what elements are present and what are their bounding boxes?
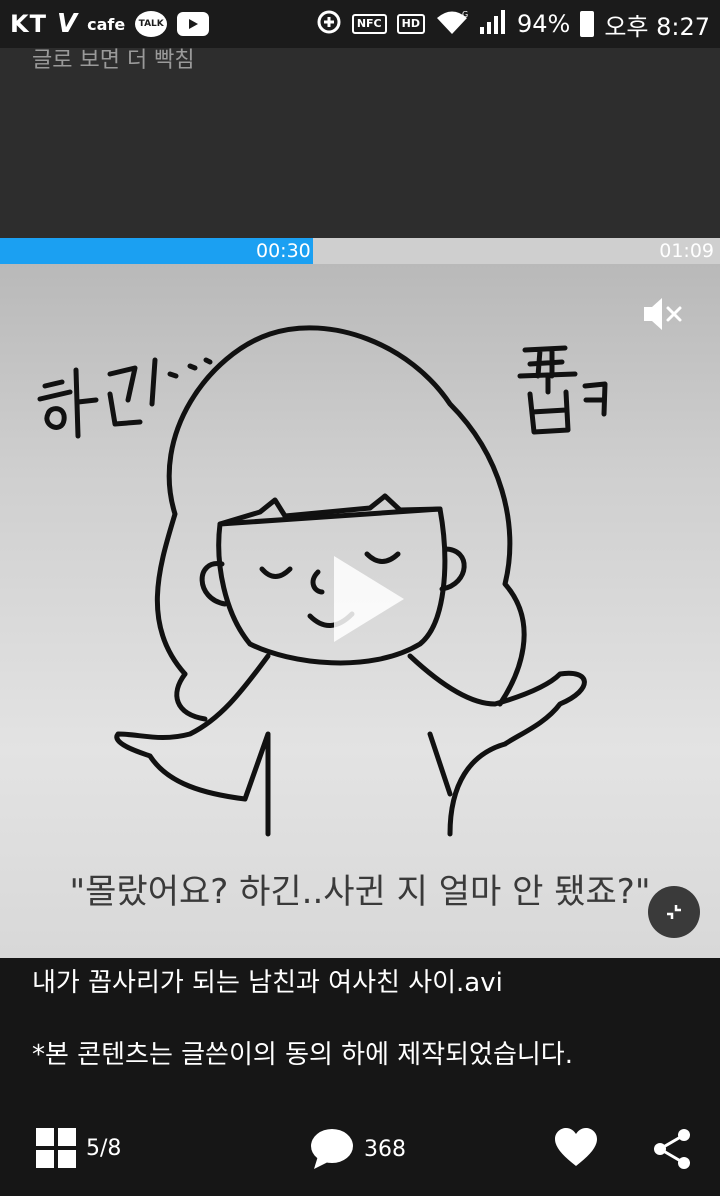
carrier-label: KT xyxy=(10,10,47,38)
comments-button[interactable]: 368 xyxy=(310,1128,406,1170)
post-title: 내가 꼽사리가 되는 남친과 여사친 사이.avi xyxy=(32,968,503,998)
kakaotalk-icon: TALK xyxy=(135,11,168,37)
post-description: *본 콘텐츠는 글쓴이의 동의 하에 제작되었습니다. xyxy=(32,1040,573,1070)
heart-icon xyxy=(555,1128,597,1166)
top-caption: 글로 보면 더 빡침 xyxy=(32,48,195,73)
page-grid-button[interactable]: 5/8 xyxy=(36,1128,121,1168)
youtube-icon xyxy=(177,12,210,36)
total-time: 01:09 xyxy=(659,240,714,262)
nfc-icon: NFC xyxy=(351,14,387,34)
grid-icon xyxy=(36,1128,76,1168)
share-icon xyxy=(654,1129,690,1169)
comment-count: 368 xyxy=(364,1136,406,1162)
wifi-icon: G xyxy=(435,9,469,39)
like-button[interactable] xyxy=(554,1128,598,1168)
video-player[interactable]: "몰랐어요? 하긴..사귄 지 얼마 안 됐죠?" xyxy=(0,264,720,958)
data-saver-icon xyxy=(316,9,342,39)
current-time: 00:30 xyxy=(256,240,311,262)
fullscreen-button[interactable] xyxy=(648,886,700,938)
previous-slide-area[interactable]: 글로 보면 더 빡침 xyxy=(0,48,720,238)
video-progress-bar[interactable]: 00:30 01:09 xyxy=(0,238,720,264)
page-indicator: 5/8 xyxy=(86,1135,122,1161)
svg-text:G: G xyxy=(462,10,468,19)
bottom-action-bar: 5/8 368 xyxy=(0,1118,720,1178)
post-info-panel: 내가 꼽사리가 되는 남친과 여사친 사이.avi *본 콘텐츠는 글쓴이의 동… xyxy=(0,958,720,1196)
cafe-icon: cafe xyxy=(87,14,126,34)
signal-icon xyxy=(479,9,507,39)
mute-button[interactable] xyxy=(640,294,686,334)
volume-muted-icon xyxy=(644,298,682,330)
video-subtitle: "몰랐어요? 하긴..사귄 지 얼마 안 됐죠?" xyxy=(69,872,651,912)
battery-icon xyxy=(580,11,595,37)
battery-percent: 94% xyxy=(516,10,571,38)
status-bar: KT V cafe TALK NFC HD G 94% 오후 8:27 xyxy=(0,0,720,48)
play-icon xyxy=(334,556,404,642)
share-button[interactable] xyxy=(652,1128,692,1170)
comment-icon xyxy=(311,1129,353,1169)
fullscreen-exit-icon xyxy=(667,905,681,919)
v-logo-icon: V xyxy=(56,9,78,39)
hd-icon: HD xyxy=(396,14,425,34)
play-button[interactable] xyxy=(320,554,410,644)
clock: 오후 8:27 xyxy=(604,12,710,41)
